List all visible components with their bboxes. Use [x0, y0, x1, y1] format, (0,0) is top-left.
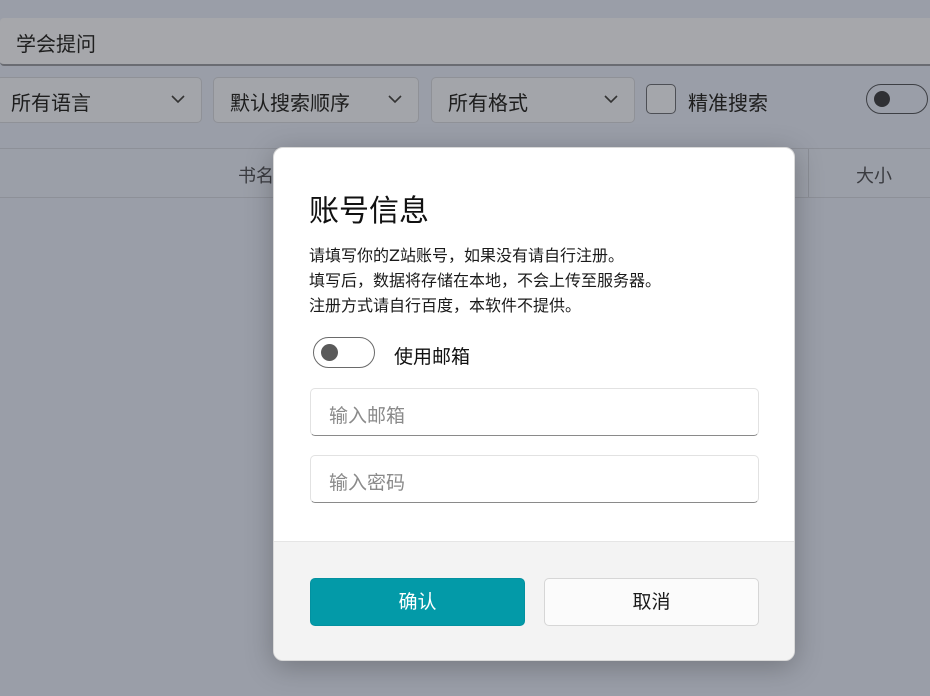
chevron-down-icon	[171, 95, 185, 104]
search-input[interactable]: 学会提问	[0, 18, 930, 66]
exact-search-checkbox[interactable]	[646, 84, 676, 114]
column-header-size[interactable]: 大小	[856, 162, 892, 188]
toggle-knob	[874, 91, 890, 107]
description-line: 填写后，数据将存储在本地，不会上传至服务器。	[309, 271, 662, 290]
email-field[interactable]: 输入邮箱	[310, 388, 759, 436]
use-email-toggle[interactable]	[313, 337, 375, 368]
account-info-dialog: 账号信息 请填写你的Z站账号，如果没有请自行注册。 填写后，数据将存储在本地，不…	[273, 147, 795, 661]
dialog-title: 账号信息	[309, 194, 429, 229]
search-input-value: 学会提问	[16, 32, 96, 56]
description-line: 请填写你的Z站账号，如果没有请自行注册。	[309, 246, 624, 265]
confirm-button[interactable]: 确认	[310, 578, 525, 626]
column-header-title[interactable]: 书名	[238, 162, 274, 188]
chevron-down-icon	[604, 95, 618, 104]
language-select[interactable]: 所有语言	[0, 77, 202, 123]
email-placeholder: 输入邮箱	[329, 405, 406, 427]
dialog-description: 请填写你的Z站账号，如果没有请自行注册。 填写后，数据将存储在本地，不会上传至服…	[309, 243, 661, 318]
cancel-button[interactable]: 取消	[544, 578, 759, 626]
column-divider[interactable]	[808, 149, 809, 197]
password-placeholder: 输入密码	[329, 472, 406, 494]
theme-toggle[interactable]	[866, 84, 928, 114]
sort-order-select[interactable]: 默认搜索顺序	[213, 77, 419, 123]
format-select[interactable]: 所有格式	[431, 77, 635, 123]
toggle-knob	[321, 344, 338, 361]
description-line: 注册方式请自行百度，本软件不提供。	[309, 296, 582, 315]
format-select-value: 所有格式	[448, 91, 528, 115]
sort-order-select-value: 默认搜索顺序	[230, 91, 350, 115]
chevron-down-icon	[388, 95, 402, 104]
exact-search-label: 精准搜索	[688, 91, 768, 115]
use-email-label: 使用邮箱	[394, 346, 471, 368]
password-field[interactable]: 输入密码	[310, 455, 759, 503]
language-select-value: 所有语言	[11, 91, 91, 115]
dialog-footer: 确认 取消	[274, 541, 794, 660]
